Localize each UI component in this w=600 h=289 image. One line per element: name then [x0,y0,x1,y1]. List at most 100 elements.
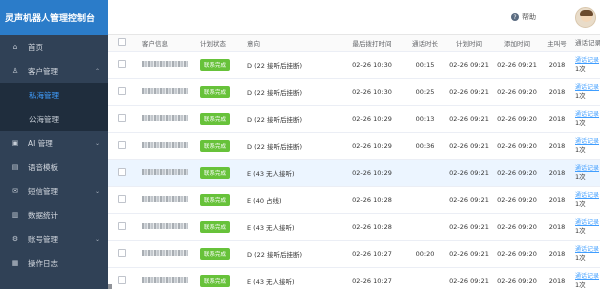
host-cell: 2018 [548,115,566,123]
col-intent[interactable]: 意向 [247,38,339,48]
plan-status-cell: 联系完成 [196,248,247,260]
record-cell: 通话记录 1次 [573,56,600,74]
avatar[interactable] [575,7,596,28]
intent-cell: D (22 接听后挂断) [247,89,302,97]
intent-cell: D (22 接听后挂断) [247,116,302,124]
row-checkbox[interactable] [118,168,126,176]
sidebar-subitem-1[interactable]: 公海管理 [0,107,108,131]
record-cell: 通话记录 1次 [573,191,600,209]
table-row[interactable]: 联系完成 D (22 接听后挂断) 02-26 10:30 00:25 02-26 09… [108,79,600,106]
row-select-cell [108,276,136,286]
sidebar-item-0[interactable]: ⌂ 首页 [0,35,108,59]
row-checkbox[interactable] [118,249,126,257]
record-cell: 通话记录 1次 [573,164,600,182]
call-record-link[interactable]: 通话记录 [575,245,600,254]
customer-info[interactable] [136,169,196,177]
row-checkbox[interactable] [118,141,126,149]
sidebar-item-3[interactable]: ▤ 语音模板 [0,155,108,179]
call-record-link[interactable]: 通话记录 [575,83,600,92]
app-title: 灵声机器人管理控制台 [0,0,108,35]
sidebar-item-6[interactable]: ⚙ 账号管理 ⌄ [0,227,108,251]
intent-cell: D (22 接听后挂断) [247,251,302,259]
row-checkbox[interactable] [118,60,126,68]
row-checkbox[interactable] [118,222,126,230]
sidebar-item-1[interactable]: ♙ 客户管理 ⌃ [0,59,108,83]
call-record-link[interactable]: 通话记录 [575,110,600,119]
call-record-link[interactable]: 通话记录 [575,137,600,146]
sidebar-item-label: 短信管理 [28,186,58,196]
add-time-cell: 02-26 09:20 [497,88,537,96]
intent-cell: E (43 无人接听) [247,224,295,232]
customer-info[interactable] [136,88,196,96]
col-record[interactable]: 通话记录 [573,39,600,48]
help-link[interactable]: ? 帮助 [511,12,536,22]
col-last-call[interactable]: 最后拨打时间 [339,38,405,48]
last-call-cell: 02-26 10:29 [352,169,392,177]
last-call-cell: 02-26 10:27 [352,277,392,285]
chevron-up-icon: ⌃ [94,67,100,75]
col-plan-time[interactable]: 计划时间 [445,38,493,48]
call-record-link[interactable]: 通话记录 [575,56,600,65]
sidebar-item-4[interactable]: ✉ 短信管理 ⌄ [0,179,108,203]
record-cell: 通话记录 1次 [573,272,600,289]
intent-cell: E (43 无人接听) [247,170,295,178]
call-record-link[interactable]: 通话记录 [575,164,600,173]
add-time-cell: 02-26 09:20 [497,142,537,150]
status-badge: 联系完成 [200,221,231,233]
plan-status-cell: 联系完成 [196,86,247,98]
col-host[interactable]: 主叫号 [541,38,573,48]
table-header: 客户信息 计划状态 意向 最后拨打时间 通话时长 计划时间 添加时间 主叫号 通… [108,35,600,52]
customer-info[interactable] [136,196,196,204]
plan-status-cell: 联系完成 [196,167,247,179]
call-count: 1次 [575,227,586,235]
table-row[interactable]: 联系完成 E (40 占线) 02-26 10:28 02-26 09:21 02-26… [108,187,600,214]
col-plan[interactable]: 计划状态 [196,38,247,48]
call-record-link[interactable]: 通话记录 [575,272,600,281]
table-row[interactable]: 联系完成 D (22 接听后挂断) 02-26 10:29 00:13 02-26 09… [108,106,600,133]
intent-cell: D (22 接听后挂断) [247,143,302,151]
row-select-cell [108,249,136,259]
table-row[interactable]: 联系完成 E (43 无人接听) 02-26 10:29 02-26 09:21 02-… [108,160,600,187]
sidebar-item-7[interactable]: ▦ 操作日志 [0,251,108,275]
customer-info[interactable] [136,277,196,285]
sidebar-item-2[interactable]: ▣ AI 管理 ⌄ [0,131,108,155]
table-row[interactable]: 联系完成 E (43 无人接听) 02-26 10:27 02-26 09:21 02-… [108,268,600,289]
call-record-link[interactable]: 通话记录 [575,191,600,200]
status-badge: 联系完成 [200,275,231,287]
status-badge: 联系完成 [200,194,231,206]
table-row[interactable]: 联系完成 E (43 无人接听) 02-26 10:28 02-26 09:21 02-… [108,214,600,241]
customer-info[interactable] [136,223,196,231]
row-checkbox[interactable] [118,276,126,284]
sidebar-subitem-0[interactable]: 私海管理 [0,83,108,107]
select-all-checkbox[interactable] [118,38,126,46]
row-checkbox[interactable] [118,114,126,122]
customer-phone-masked [142,61,188,67]
customer-info[interactable] [136,250,196,258]
host-cell: 2018 [548,196,566,204]
add-time-cell: 02-26 09:20 [497,196,537,204]
table-row[interactable]: 联系完成 D (22 接听后挂断) 02-26 10:30 00:15 02-26 09… [108,52,600,79]
add-time-cell: 02-26 09:20 [497,115,537,123]
table-row[interactable]: 联系完成 D (22 接听后挂断) 02-26 10:27 00:20 02-26 09… [108,241,600,268]
last-call-cell: 02-26 10:30 [352,88,392,96]
record-cell: 通话记录 1次 [573,83,600,101]
col-duration[interactable]: 通话时长 [405,38,445,48]
customer-info[interactable] [136,61,196,69]
sidebar-item-5[interactable]: ▥ 数据统计 [0,203,108,227]
row-checkbox[interactable] [118,195,126,203]
row-select-cell [108,168,136,178]
plan-status-cell: 联系完成 [196,59,247,71]
customer-info[interactable] [136,115,196,123]
call-record-link[interactable]: 通话记录 [575,218,600,227]
record-cell: 通话记录 1次 [573,218,600,236]
table-row[interactable]: 联系完成 D (22 接听后挂断) 02-26 10:29 00:36 02-26 09… [108,133,600,160]
record-cell: 通话记录 1次 [573,245,600,263]
row-checkbox[interactable] [118,87,126,95]
call-count: 1次 [575,281,586,289]
horizontal-scrollbar[interactable] [108,284,112,289]
col-customer[interactable]: 客户信息 [136,38,196,48]
sidebar-item-label: 语音模板 [28,162,58,172]
customer-info[interactable] [136,142,196,150]
add-time-cell: 02-26 09:21 [497,61,537,69]
col-add-time[interactable]: 添加时间 [493,38,541,48]
